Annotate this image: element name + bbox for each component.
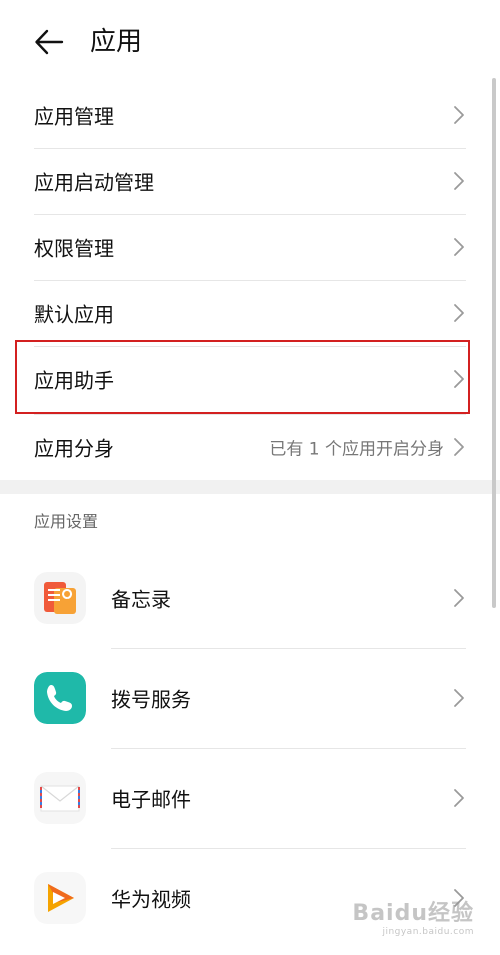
chevron-right-icon [452, 687, 466, 709]
app-item-huawei-video[interactable]: 华为视频 [0, 848, 500, 948]
video-play-icon [34, 872, 86, 924]
menu-item-label: 权限管理 [34, 236, 114, 261]
app-item-dialer[interactable]: 拨号服务 [0, 648, 500, 748]
header: 应用 [0, 0, 500, 86]
menu-item-label: 应用助手 [34, 368, 114, 393]
app-item-label: 拨号服务 [111, 687, 191, 712]
app-twin-status: 已有 1 个应用开启分身 [269, 439, 444, 460]
menu-item-permission-management[interactable]: 权限管理 [0, 214, 500, 280]
phone-icon [34, 672, 86, 724]
app-item-email[interactable]: 电子邮件 [0, 748, 500, 848]
chevron-right-icon [452, 302, 466, 324]
menu-item-app-launch-management[interactable]: 应用启动管理 [0, 148, 500, 214]
back-arrow-icon [35, 29, 64, 55]
menu-item-app-twin[interactable]: 应用分身 已有 1 个应用开启分身 [0, 414, 500, 480]
chevron-right-icon [452, 887, 466, 909]
menu-item-label: 应用启动管理 [34, 170, 154, 195]
menu-item-app-assistant[interactable]: 应用助手 [0, 346, 500, 412]
chevron-right-icon [452, 587, 466, 609]
chevron-right-icon [452, 170, 466, 192]
app-item-label: 备忘录 [111, 587, 171, 612]
app-item-label: 华为视频 [111, 887, 191, 912]
menu-item-app-management[interactable]: 应用管理 [0, 82, 500, 148]
menu-item-label: 应用分身 [34, 436, 114, 461]
section-separator [0, 480, 500, 494]
app-item-notepad[interactable]: 备忘录 [0, 548, 500, 648]
back-button[interactable] [26, 22, 72, 62]
menu-item-label: 应用管理 [34, 104, 114, 129]
section-title: 应用设置 [34, 512, 99, 531]
mail-icon [34, 772, 86, 824]
page-title: 应用 [90, 27, 143, 57]
chevron-right-icon [452, 104, 466, 126]
chevron-right-icon [452, 236, 466, 258]
chevron-right-icon [452, 787, 466, 809]
notepad-icon [34, 572, 86, 624]
chevron-right-icon [452, 436, 466, 458]
scrollbar[interactable] [492, 78, 496, 608]
chevron-right-icon [452, 368, 466, 390]
app-item-label: 电子邮件 [111, 787, 191, 812]
menu-item-label: 默认应用 [34, 302, 114, 327]
menu-item-default-apps[interactable]: 默认应用 [0, 280, 500, 346]
